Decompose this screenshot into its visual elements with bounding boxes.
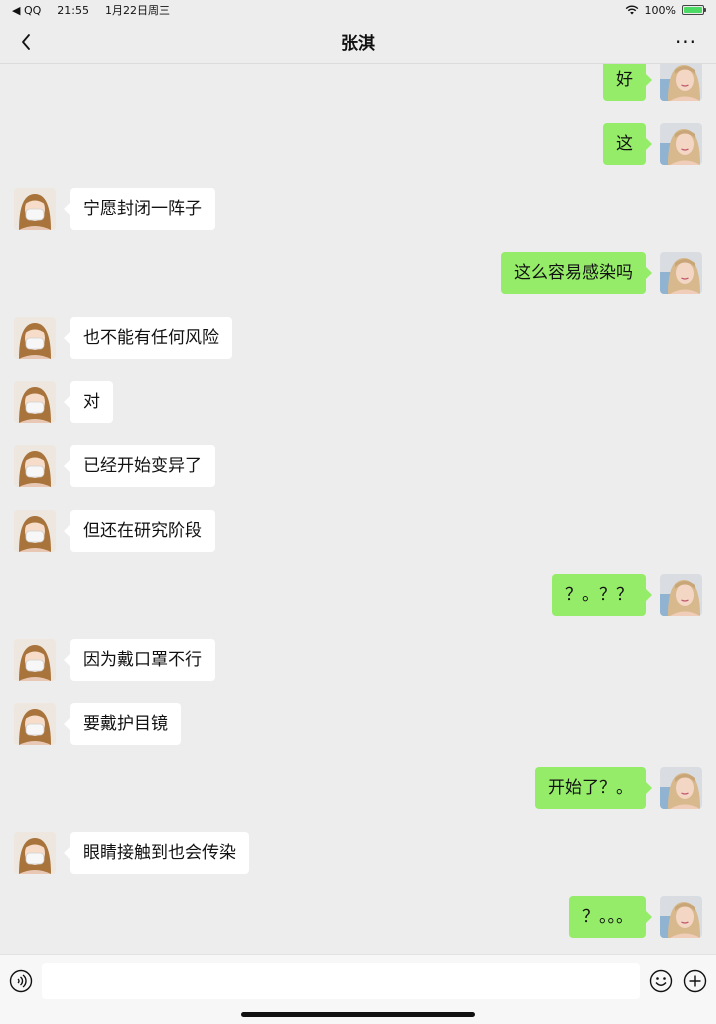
contact-avatar[interactable]	[14, 639, 56, 681]
message-bubble-outgoing[interactable]: 开始了？。	[535, 767, 652, 809]
message-row: 因为戴口罩不行	[0, 639, 716, 683]
message-row: 宁愿封闭一阵子	[0, 188, 716, 232]
message-row: 好	[0, 64, 716, 103]
chat-title: 张淇	[341, 34, 375, 54]
my-avatar[interactable]	[660, 252, 702, 294]
voice-icon[interactable]	[9, 969, 33, 993]
contact-avatar[interactable]	[14, 188, 56, 230]
message-row: 眼睛接触到也会传染	[0, 832, 716, 876]
message-bubble-incoming[interactable]: 宁愿封闭一阵子	[64, 188, 215, 230]
message-bubble-outgoing[interactable]: 好	[603, 64, 652, 101]
battery-fill	[684, 7, 702, 13]
contact-avatar[interactable]	[14, 510, 56, 552]
message-row: ？。。。	[0, 896, 716, 940]
chevron-left-icon	[22, 34, 30, 50]
battery-icon	[682, 5, 706, 15]
message-bubble-incoming[interactable]: 对	[64, 381, 113, 423]
message-bubble-incoming[interactable]: 眼睛接触到也会传染	[64, 832, 249, 874]
my-avatar[interactable]	[660, 123, 702, 165]
message-row: 已经开始变异了	[0, 445, 716, 489]
contact-avatar[interactable]	[14, 381, 56, 423]
message-row: 对	[0, 381, 716, 425]
back-to-app-label[interactable]: ◀ QQ	[12, 4, 41, 17]
status-left: ◀ QQ 21:55 1月22日周三	[12, 2, 170, 18]
more-dots-icon: ···	[674, 30, 698, 54]
message-row: 也不能有任何风险	[0, 317, 716, 361]
message-row: 这么容易感染吗	[0, 252, 716, 296]
message-bubble-incoming[interactable]: 已经开始变异了	[64, 445, 215, 487]
message-row: 开始了？。	[0, 767, 716, 811]
home-indicator[interactable]	[241, 1012, 475, 1017]
status-bar: ◀ QQ 21:55 1月22日周三 100%	[0, 0, 716, 20]
plus-icon[interactable]	[683, 969, 707, 993]
message-row: 但还在研究阶段	[0, 510, 716, 554]
message-row: ？。？？	[0, 574, 716, 618]
status-date: 1月22日周三	[104, 4, 170, 17]
contact-avatar[interactable]	[14, 317, 56, 359]
message-bubble-incoming[interactable]: 也不能有任何风险	[64, 317, 232, 359]
message-bubble-outgoing[interactable]: 这么容易感染吗	[501, 252, 652, 294]
more-button[interactable]: ···	[672, 28, 700, 56]
message-bubble-incoming[interactable]: 但还在研究阶段	[64, 510, 215, 552]
message-bubble-outgoing[interactable]: 这	[603, 123, 652, 165]
message-bubble-incoming[interactable]: 要戴护目镜	[64, 703, 181, 745]
contact-avatar[interactable]	[14, 703, 56, 745]
message-row: 这	[0, 123, 716, 167]
contact-avatar[interactable]	[14, 832, 56, 874]
message-bubble-outgoing[interactable]: ？。？？	[552, 574, 652, 616]
chat-message-list[interactable]: 好 这 宁愿封闭一阵子 这么容易感染吗 也不能有任何风险 对 已经开始变异了 但…	[0, 64, 716, 954]
wifi-icon	[625, 5, 638, 15]
status-time: 21:55	[57, 3, 89, 17]
message-input[interactable]	[42, 963, 640, 999]
my-avatar[interactable]	[660, 896, 702, 938]
emoji-icon[interactable]	[649, 969, 673, 993]
message-bubble-outgoing[interactable]: ？。。。	[569, 896, 652, 938]
message-bubble-incoming[interactable]: 因为戴口罩不行	[64, 639, 215, 681]
my-avatar[interactable]	[660, 64, 702, 101]
status-right: 100%	[625, 3, 706, 17]
battery-percent: 100%	[644, 3, 676, 17]
my-avatar[interactable]	[660, 574, 702, 616]
my-avatar[interactable]	[660, 767, 702, 809]
nav-bar: 张淇 ···	[0, 20, 716, 64]
back-button[interactable]	[12, 28, 40, 56]
message-row: 要戴护目镜	[0, 703, 716, 747]
contact-avatar[interactable]	[14, 445, 56, 487]
